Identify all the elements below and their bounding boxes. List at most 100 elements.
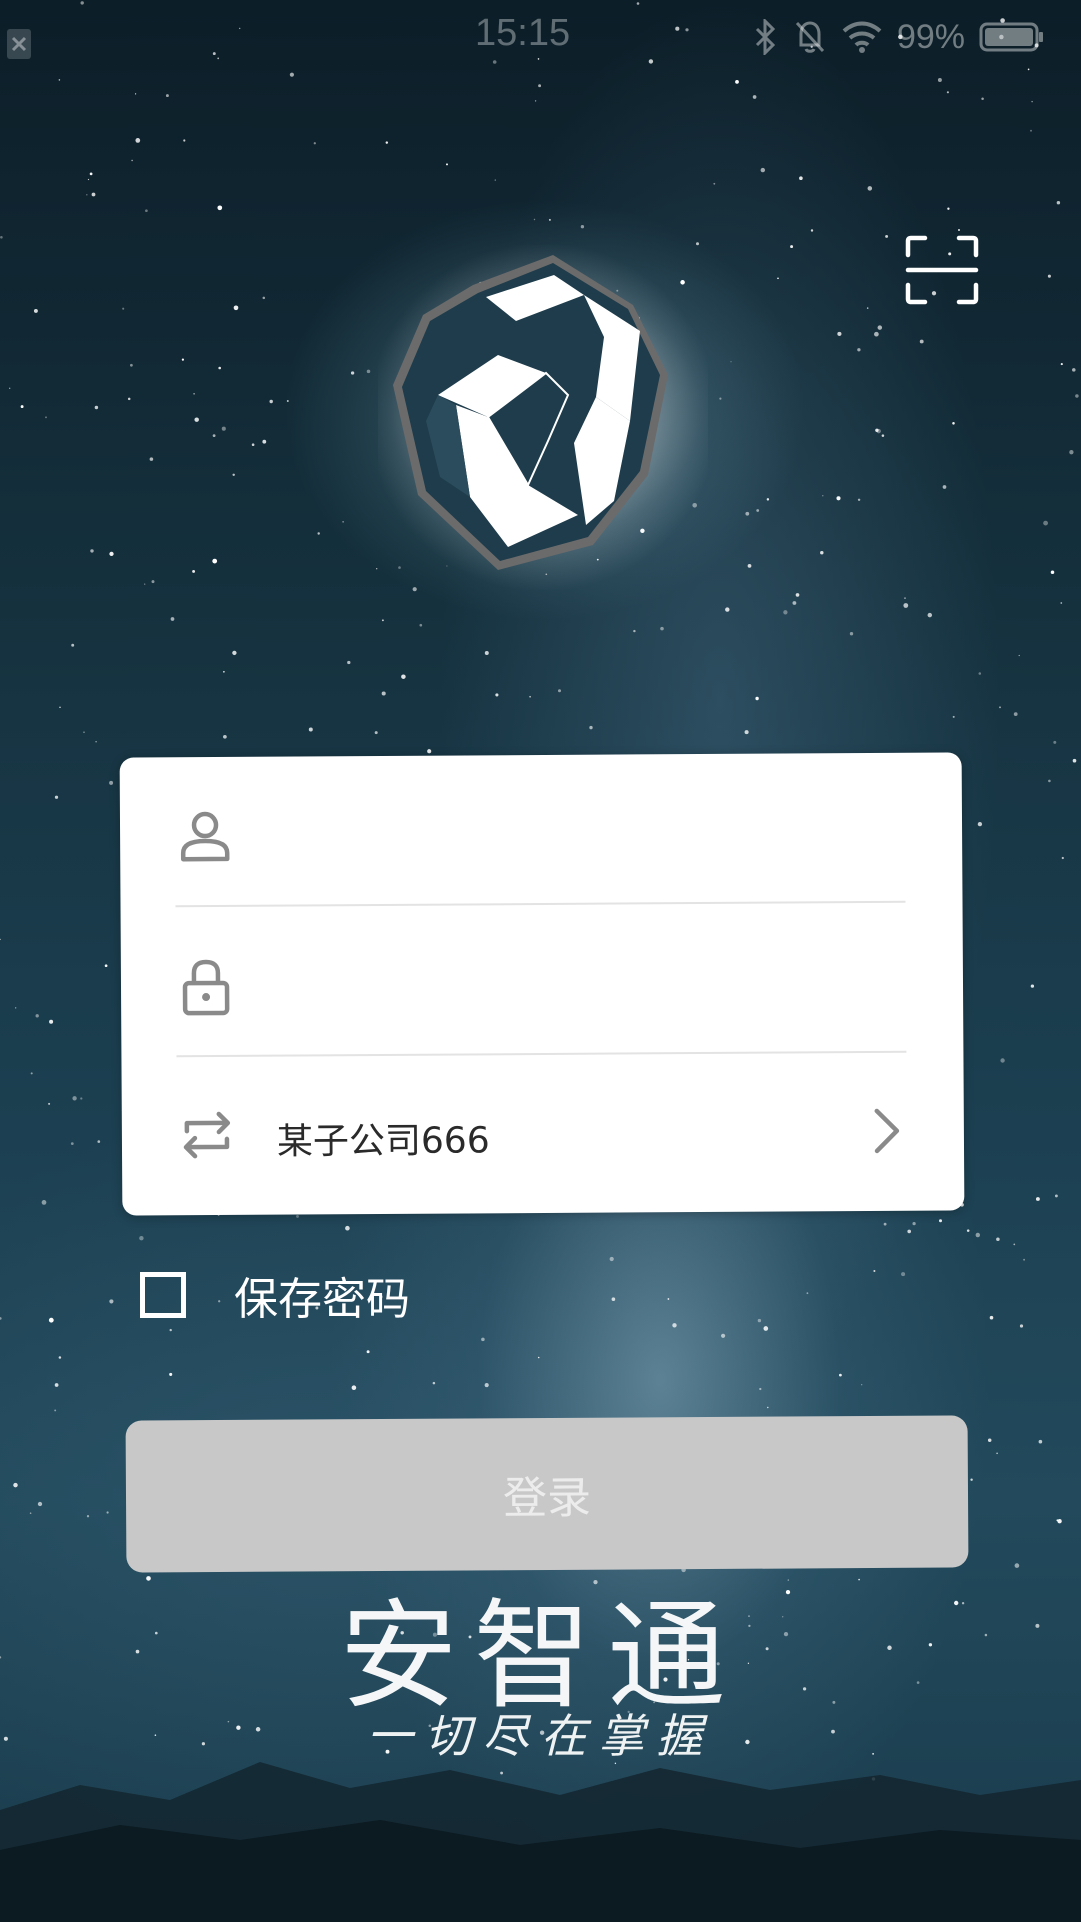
star	[946, 91, 949, 94]
wifi-icon	[842, 21, 882, 53]
save-password-label: 保存密码	[234, 1274, 410, 1325]
star	[20, 405, 24, 409]
login-card: 某子公司666	[119, 752, 965, 1216]
star	[37, 1501, 43, 1507]
star	[1072, 758, 1077, 763]
star	[221, 426, 226, 431]
star	[58, 1356, 62, 1359]
star	[1018, 654, 1020, 657]
star	[269, 399, 273, 404]
star	[29, 1512, 32, 1514]
star	[381, 619, 384, 622]
star	[836, 496, 841, 501]
star	[106, 1511, 109, 1514]
star	[90, 549, 94, 553]
star	[9, 387, 11, 389]
star	[345, 1225, 350, 1231]
star	[232, 650, 237, 656]
star	[759, 1387, 762, 1391]
star	[1031, 100, 1033, 103]
star	[1069, 450, 1074, 455]
star	[91, 192, 96, 197]
save-password-checkbox[interactable]	[140, 1272, 186, 1318]
star	[170, 617, 175, 621]
scan-icon[interactable]	[905, 235, 979, 305]
password-input[interactable]	[275, 952, 901, 1019]
star	[875, 428, 879, 432]
password-row[interactable]	[176, 913, 907, 1057]
star	[1060, 363, 1063, 366]
star	[538, 84, 542, 88]
star	[217, 205, 223, 211]
star	[419, 623, 423, 627]
star	[15, 1007, 17, 1009]
login-button[interactable]: 登录	[125, 1415, 969, 1573]
star	[86, 1515, 90, 1518]
star	[978, 672, 982, 675]
star	[806, 1292, 809, 1295]
star	[667, 1298, 670, 1300]
star	[49, 1019, 54, 1024]
company-selector[interactable]: 某子公司666	[176, 1061, 907, 1205]
star	[861, 1384, 863, 1386]
star	[432, 1381, 436, 1385]
star	[537, 1356, 540, 1359]
star	[350, 371, 355, 375]
status-icons: 99%	[753, 12, 1045, 62]
star	[484, 651, 489, 655]
star	[0, 938, 1, 941]
star	[59, 706, 61, 709]
star	[145, 209, 148, 213]
star	[966, 1229, 970, 1232]
username-input[interactable]	[274, 802, 900, 869]
star	[1000, 1058, 1005, 1063]
star	[181, 358, 184, 361]
star	[289, 72, 294, 77]
star	[919, 339, 924, 344]
star	[873, 1269, 876, 1273]
star	[89, 172, 93, 176]
star	[1035, 1197, 1040, 1201]
star	[169, 1328, 172, 1332]
star	[484, 1383, 489, 1388]
brand-slogan: 一切尽在掌握	[366, 1709, 715, 1763]
star	[130, 363, 133, 367]
close-icon[interactable]	[6, 28, 32, 60]
star	[54, 1383, 59, 1387]
star	[533, 218, 536, 221]
star	[1019, 1324, 1024, 1328]
star	[883, 1222, 887, 1226]
star	[71, 643, 75, 647]
star	[903, 603, 909, 608]
star	[752, 95, 757, 99]
star	[660, 626, 664, 631]
star	[347, 660, 351, 665]
star	[725, 607, 730, 612]
bluetooth-icon	[755, 19, 776, 55]
star	[952, 715, 955, 718]
star	[233, 305, 239, 311]
star	[912, 1221, 916, 1226]
star	[837, 331, 842, 336]
star	[904, 597, 906, 599]
save-password-toggle[interactable]: 保存密码	[140, 1265, 410, 1325]
star	[611, 1297, 616, 1301]
star	[901, 1272, 906, 1277]
star	[286, 400, 289, 402]
star	[308, 727, 313, 732]
username-row[interactable]	[175, 763, 906, 907]
star	[1061, 856, 1064, 860]
star	[109, 551, 114, 557]
star	[366, 1350, 370, 1354]
star	[122, 307, 125, 310]
star	[72, 1096, 77, 1101]
star	[342, 521, 344, 523]
star	[218, 366, 222, 370]
star	[810, 229, 814, 232]
star	[481, 1337, 485, 1342]
star	[149, 457, 154, 461]
star	[104, 964, 108, 968]
star	[970, 1478, 973, 1481]
star	[1047, 274, 1051, 278]
chevron-right-icon[interactable]	[867, 1105, 907, 1157]
